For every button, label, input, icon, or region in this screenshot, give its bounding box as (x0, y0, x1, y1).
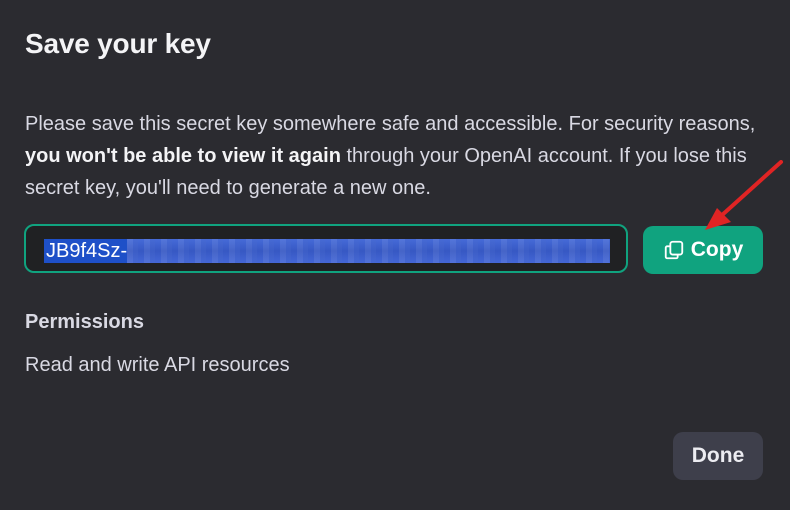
description-bold-warning: you won't be able to view it again (25, 145, 341, 167)
secret-key-selection[interactable]: JB9f4Sz- (44, 239, 610, 263)
secret-key-obscured (127, 239, 610, 263)
done-button-label: Done (691, 444, 745, 467)
save-key-dialog: Save your key Please save this secret ke… (0, 0, 790, 510)
secret-key-prefix: JB9f4Sz- (46, 240, 128, 262)
description-text-1: Please save this secret key somewhere sa… (25, 113, 756, 135)
dialog-description: Please save this secret key somewhere sa… (25, 108, 765, 204)
done-button[interactable]: Done (673, 432, 763, 480)
red-arrow-icon (705, 160, 783, 230)
permissions-value: Read and write API resources (25, 354, 290, 376)
copy-button-label: Copy (690, 238, 744, 261)
copy-icon (664, 240, 683, 260)
secret-key-field[interactable]: JB9f4Sz- (24, 224, 628, 273)
permissions-heading: Permissions (25, 311, 144, 333)
dialog-title: Save your key (25, 28, 211, 59)
